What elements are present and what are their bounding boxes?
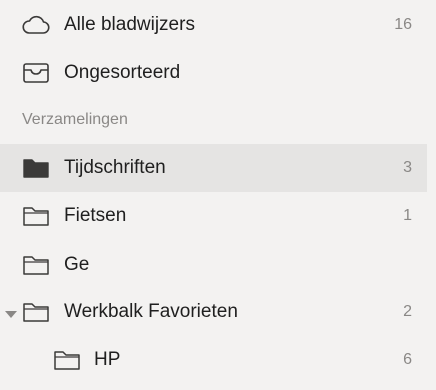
folder-filled-icon <box>21 156 51 180</box>
collection-item-label: Tijdschriften <box>64 157 166 178</box>
sidebar-item-label: Ongesorteerd <box>64 62 181 83</box>
collections-section-header: Verzamelingen <box>22 111 128 128</box>
expand-caret-icon[interactable] <box>4 307 18 318</box>
collection-item-fietsen[interactable]: Fietsen 1 <box>0 192 427 240</box>
collection-item-tijdschriften[interactable]: Tijdschriften 3 <box>0 144 427 192</box>
cloud-icon <box>21 13 51 37</box>
folder-icon <box>21 253 51 277</box>
collection-item-label: Werkbalk Favorieten <box>64 301 238 322</box>
collection-item-label: HP <box>94 349 121 370</box>
folder-icon <box>52 348 82 372</box>
bookmarks-sidebar: Alle bladwijzers 16 Ongesorteerd Verzame… <box>0 0 436 390</box>
sidebar-item-unsorted[interactable]: Ongesorteerd <box>0 49 427 97</box>
bookmark-count: 6 <box>403 351 412 368</box>
collection-item-hp[interactable]: HP 6 <box>0 336 427 384</box>
bookmark-count: 16 <box>394 16 412 33</box>
sidebar-item-all-bookmarks[interactable]: Alle bladwijzers 16 <box>0 1 427 49</box>
bookmark-count: 2 <box>403 303 412 320</box>
bookmark-count: 1 <box>403 207 412 224</box>
collection-item-label: Ge <box>64 254 90 275</box>
tray-icon <box>21 61 51 85</box>
folder-icon <box>21 300 51 324</box>
sidebar-item-label: Alle bladwijzers <box>64 14 195 35</box>
collection-item-label: Fietsen <box>64 205 127 226</box>
collection-item-ge[interactable]: Ge <box>0 241 427 289</box>
folder-icon <box>21 204 51 228</box>
bookmark-count: 3 <box>403 159 412 176</box>
collection-item-werkbalk-favorieten[interactable]: Werkbalk Favorieten 2 <box>0 288 427 336</box>
